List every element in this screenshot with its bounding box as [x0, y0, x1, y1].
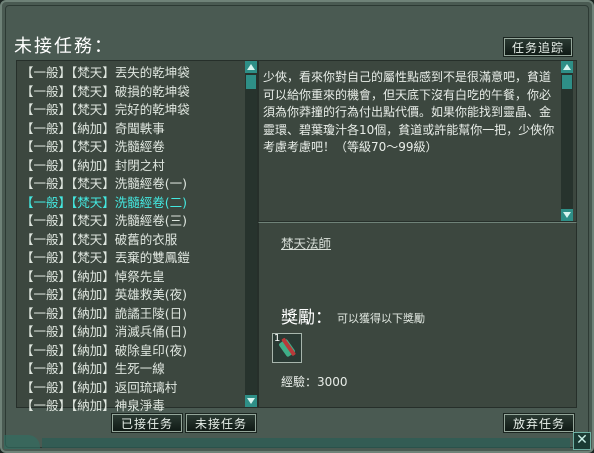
- reward-item-slot[interactable]: 1: [272, 333, 302, 363]
- reward-subtitle: 可以獲得以下獎勵: [337, 312, 425, 325]
- corner-ornament: [4, 435, 40, 449]
- reward-title: 獎勵：: [281, 308, 332, 328]
- quest-list-item[interactable]: 【一般】【梵天】丟失的乾坤袋: [21, 64, 243, 83]
- quest-track-button[interactable]: 任务追踪: [503, 37, 573, 57]
- quest-list: 【一般】【梵天】丟失的乾坤袋 【一般】【梵天】破損的乾坤袋 【一般】【梵天】完好的乾…: [21, 64, 243, 416]
- quest-list-item[interactable]: 【一般】【梵天】丟棄的雙鳳鎧: [21, 249, 243, 268]
- description-scrollbar[interactable]: [561, 61, 573, 221]
- quest-list-item[interactable]: 【一般】【梵天】洗髓經卷(三): [21, 212, 243, 231]
- quest-window: 未接任務： 任务追踪 【一般】【梵天】丟失的乾坤袋 【一般】【梵天】破損的乾坤袋【…: [0, 0, 594, 453]
- quest-list-item[interactable]: 【一般】【納加】封閉之村: [21, 157, 243, 176]
- quest-list-item[interactable]: 【一般】【梵天】破損的乾坤袋: [21, 83, 243, 102]
- quest-list-item[interactable]: 【一般】【梵天】洗髓經卷: [21, 138, 243, 157]
- reward-exp: 經驗：3000: [281, 375, 348, 389]
- quest-list-item[interactable]: 【一般】【梵天】洗髓經卷(二): [21, 194, 243, 213]
- bottom-ornament: [42, 438, 570, 448]
- quest-description: 少俠，看來你對自己的屬性點感到不是很滿意吧，貧道可以給你重來的機會，但天底下沒有…: [263, 70, 555, 154]
- close-icon[interactable]: ✕: [573, 432, 591, 450]
- unaccepted-quests-button[interactable]: 未接任务: [185, 413, 257, 433]
- quest-detail-panel: 梵天法師 獎勵： 可以獲得以下獎勵 1 經驗：3000: [258, 222, 577, 408]
- quest-list-item[interactable]: 【一般】【納加】奇聞軼事: [21, 120, 243, 139]
- quest-description-panel: 少俠，看來你對自己的屬性點感到不是很滿意吧，貧道可以給你重來的機會，但天底下沒有…: [258, 60, 577, 222]
- quest-list-item[interactable]: 【一般】【納加】返回琉璃村: [21, 379, 243, 398]
- abandon-quest-button[interactable]: 放弃任务: [503, 413, 575, 433]
- quest-list-scrollbar[interactable]: [245, 61, 257, 407]
- scroll-down-icon[interactable]: [245, 395, 257, 407]
- accepted-quests-button[interactable]: 已接任务: [111, 413, 183, 433]
- quest-list-item[interactable]: 【一般】【納加】悼祭先皇: [21, 268, 243, 287]
- quest-list-panel: 【一般】【梵天】丟失的乾坤袋 【一般】【梵天】破損的乾坤袋 【一般】【梵天】完好的乾…: [16, 60, 258, 413]
- quest-list-item[interactable]: 【一般】【納加】破除皇印(夜): [21, 342, 243, 361]
- window-title: 未接任務：: [14, 36, 114, 57]
- quest-list-item[interactable]: 【一般】【納加】英雄救美(夜): [21, 286, 243, 305]
- quest-list-item[interactable]: 【一般】【梵天】破舊的衣服: [21, 231, 243, 250]
- quest-list-item[interactable]: 【一般】【納加】生死一線: [21, 360, 243, 379]
- quest-npc-link[interactable]: 梵天法師: [281, 233, 331, 252]
- scroll-down-icon[interactable]: [561, 209, 573, 221]
- scroll-icon: [279, 337, 296, 357]
- quest-list-item[interactable]: 【一般】【梵天】洗髓經卷(一): [21, 175, 243, 194]
- quest-list-item[interactable]: 【一般】【梵天】完好的乾坤袋: [21, 101, 243, 120]
- scroll-thumb[interactable]: [562, 75, 572, 89]
- scroll-thumb[interactable]: [246, 75, 256, 89]
- scroll-up-icon[interactable]: [561, 61, 573, 73]
- quest-list-item[interactable]: 【一般】【納加】消滅兵俑(日): [21, 323, 243, 342]
- quest-list-item[interactable]: 【一般】【納加】神泉淨毒: [21, 397, 243, 416]
- scroll-up-icon[interactable]: [245, 61, 257, 73]
- quest-list-item[interactable]: 【一般】【納加】詭譎王陵(日): [21, 305, 243, 324]
